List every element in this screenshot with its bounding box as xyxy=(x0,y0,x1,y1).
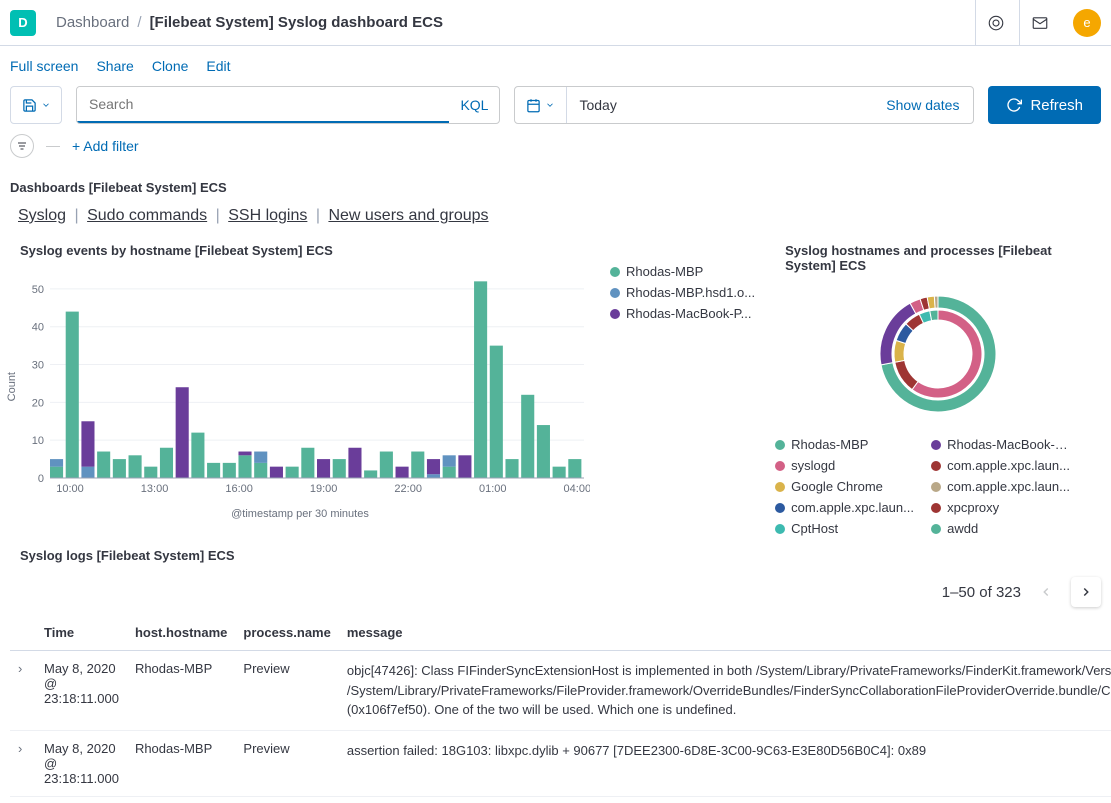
donut-legend: Rhodas-MBP Rhodas-MacBook-P... syslogd com.… xyxy=(775,437,1101,536)
pagination: 1–50 of 323 xyxy=(10,569,1101,615)
dashboard-toolbar: Full screen Share Clone Edit xyxy=(0,46,1111,86)
legend-item[interactable]: CptHost xyxy=(775,521,915,536)
saved-queries-button[interactable] xyxy=(10,86,62,124)
svg-text:19:00: 19:00 xyxy=(310,483,338,495)
chevron-down-icon xyxy=(41,100,51,110)
cell-process: Preview xyxy=(235,651,338,731)
pagination-next[interactable] xyxy=(1071,577,1101,607)
svg-text:04:00: 04:00 xyxy=(564,483,590,495)
show-dates-link[interactable]: Show dates xyxy=(872,87,973,123)
legend-item[interactable]: xpcproxy xyxy=(931,500,1071,515)
legend-item[interactable]: com.apple.xpc.laun... xyxy=(931,458,1071,473)
legend-item[interactable]: com.apple.xpc.laun... xyxy=(775,500,915,515)
chevron-right-icon xyxy=(1079,585,1093,599)
nav-links: Syslog | Sudo commands | SSH logins | Ne… xyxy=(0,201,1111,231)
newsfeed-icon[interactable] xyxy=(975,0,1015,46)
cell-hostname: Rhodas-MBP xyxy=(127,730,235,796)
chart-left-title: Syslog events by hostname [Filebeat Syst… xyxy=(10,231,755,264)
svg-text:13:00: 13:00 xyxy=(141,483,169,495)
add-filter-link[interactable]: + Add filter xyxy=(72,138,139,154)
bar-chart: 0 10 20 30 40 50 10:00 13:00 16:00 19:00 22:00 01:0… xyxy=(10,264,590,504)
full-screen-link[interactable]: Full screen xyxy=(10,58,78,74)
col-time[interactable]: Time xyxy=(36,615,127,651)
legend-item[interactable]: Rhodas-MBP.hsd1.o... xyxy=(610,285,755,300)
breadcrumb-root[interactable]: Dashboard xyxy=(56,14,129,31)
bar-legend: Rhodas-MBP Rhodas-MBP.hsd1.o... Rhodas-Mac… xyxy=(610,264,755,520)
nav-link-syslog[interactable]: Syslog xyxy=(18,207,66,224)
save-icon xyxy=(22,98,37,113)
date-picker-button[interactable] xyxy=(515,87,567,123)
logs-table: Time host.hostname process.name message … xyxy=(10,615,1111,797)
col-hostname[interactable]: host.hostname xyxy=(127,615,235,651)
date-picker-group: Today Show dates xyxy=(514,86,974,124)
calendar-icon xyxy=(526,98,541,113)
date-display[interactable]: Today xyxy=(567,87,872,123)
kql-toggle[interactable]: KQL xyxy=(449,87,499,123)
svg-text:10: 10 xyxy=(32,435,44,447)
cell-process: Preview xyxy=(235,730,338,796)
app-logo-badge[interactable]: D xyxy=(10,10,36,36)
filter-menu-icon[interactable] xyxy=(10,134,34,158)
nav-panel-title: Dashboards [Filebeat System] ECS xyxy=(0,168,1111,201)
app-header: D Dashboard / [Filebeat System] Syslog d… xyxy=(0,0,1111,46)
breadcrumb: Dashboard / [Filebeat System] Syslog das… xyxy=(56,14,975,31)
table-row[interactable]: › May 8, 2020 @ 23:18:11.000 Rhodas-MBP … xyxy=(10,730,1111,796)
legend-item[interactable]: Rhodas-MacBook-P... xyxy=(610,306,755,321)
chevron-right-icon[interactable]: › xyxy=(18,741,28,756)
chevron-down-icon xyxy=(545,100,555,110)
svg-text:30: 30 xyxy=(32,360,44,372)
search-input[interactable] xyxy=(77,87,449,123)
cell-time: May 8, 2020 @ 23:18:11.000 xyxy=(36,730,127,796)
logs-panel-title: Syslog logs [Filebeat System] ECS xyxy=(10,536,1101,569)
refresh-icon xyxy=(1006,97,1022,113)
nav-link-users[interactable]: New users and groups xyxy=(328,207,488,224)
cell-hostname: Rhodas-MBP xyxy=(127,651,235,731)
chart-right-title: Syslog hostnames and processes [Filebeat… xyxy=(775,231,1101,279)
clone-link[interactable]: Clone xyxy=(152,58,189,74)
table-row[interactable]: › May 8, 2020 @ 23:18:11.000 Rhodas-MBP … xyxy=(10,651,1111,731)
legend-item[interactable]: awdd xyxy=(931,521,1071,536)
pagination-text: 1–50 of 323 xyxy=(942,584,1021,601)
legend-item[interactable]: syslogd xyxy=(775,458,915,473)
x-axis-title: @timestamp per 30 minutes xyxy=(10,508,590,520)
legend-item[interactable]: Rhodas-MacBook-P... xyxy=(931,437,1071,452)
legend-item[interactable]: Rhodas-MBP xyxy=(610,264,755,279)
chevron-right-icon[interactable]: › xyxy=(18,661,28,676)
svg-text:22:00: 22:00 xyxy=(394,483,422,495)
query-bar: KQL Today Show dates Refresh xyxy=(0,86,1111,134)
breadcrumb-separator: / xyxy=(137,14,141,31)
user-avatar[interactable]: e xyxy=(1073,9,1101,37)
y-axis-title: Count xyxy=(6,372,18,401)
search-group: KQL xyxy=(76,86,500,124)
svg-text:10:00: 10:00 xyxy=(56,483,84,495)
col-message[interactable]: message xyxy=(339,615,1111,651)
breadcrumb-current: [Filebeat System] Syslog dashboard ECS xyxy=(150,14,443,31)
svg-text:40: 40 xyxy=(32,322,44,334)
legend-item[interactable]: com.apple.xpc.laun... xyxy=(931,479,1071,494)
refresh-button[interactable]: Refresh xyxy=(988,86,1101,124)
share-link[interactable]: Share xyxy=(96,58,133,74)
legend-item[interactable]: Rhodas-MBP xyxy=(775,437,915,452)
chevron-left-icon xyxy=(1039,585,1053,599)
nav-link-sudo[interactable]: Sudo commands xyxy=(87,207,207,224)
legend-item[interactable]: Google Chrome xyxy=(775,479,915,494)
refresh-label: Refresh xyxy=(1030,97,1083,114)
donut-chart xyxy=(838,279,1038,429)
svg-text:20: 20 xyxy=(32,397,44,409)
cell-message: assertion failed: 18G103: libxpc.dylib +… xyxy=(339,730,1111,796)
edit-link[interactable]: Edit xyxy=(206,58,230,74)
col-process[interactable]: process.name xyxy=(235,615,338,651)
mail-icon[interactable] xyxy=(1019,0,1059,46)
pagination-prev[interactable] xyxy=(1031,577,1061,607)
svg-text:0: 0 xyxy=(38,473,44,485)
cell-message: objc[47426]: Class FIFinderSyncExtension… xyxy=(339,651,1111,731)
filter-divider xyxy=(46,146,60,147)
svg-text:01:00: 01:00 xyxy=(479,483,507,495)
cell-time: May 8, 2020 @ 23:18:11.000 xyxy=(36,651,127,731)
svg-text:50: 50 xyxy=(32,284,44,296)
filter-bar: + Add filter xyxy=(0,134,1111,168)
nav-link-ssh[interactable]: SSH logins xyxy=(228,207,307,224)
svg-text:16:00: 16:00 xyxy=(225,483,253,495)
